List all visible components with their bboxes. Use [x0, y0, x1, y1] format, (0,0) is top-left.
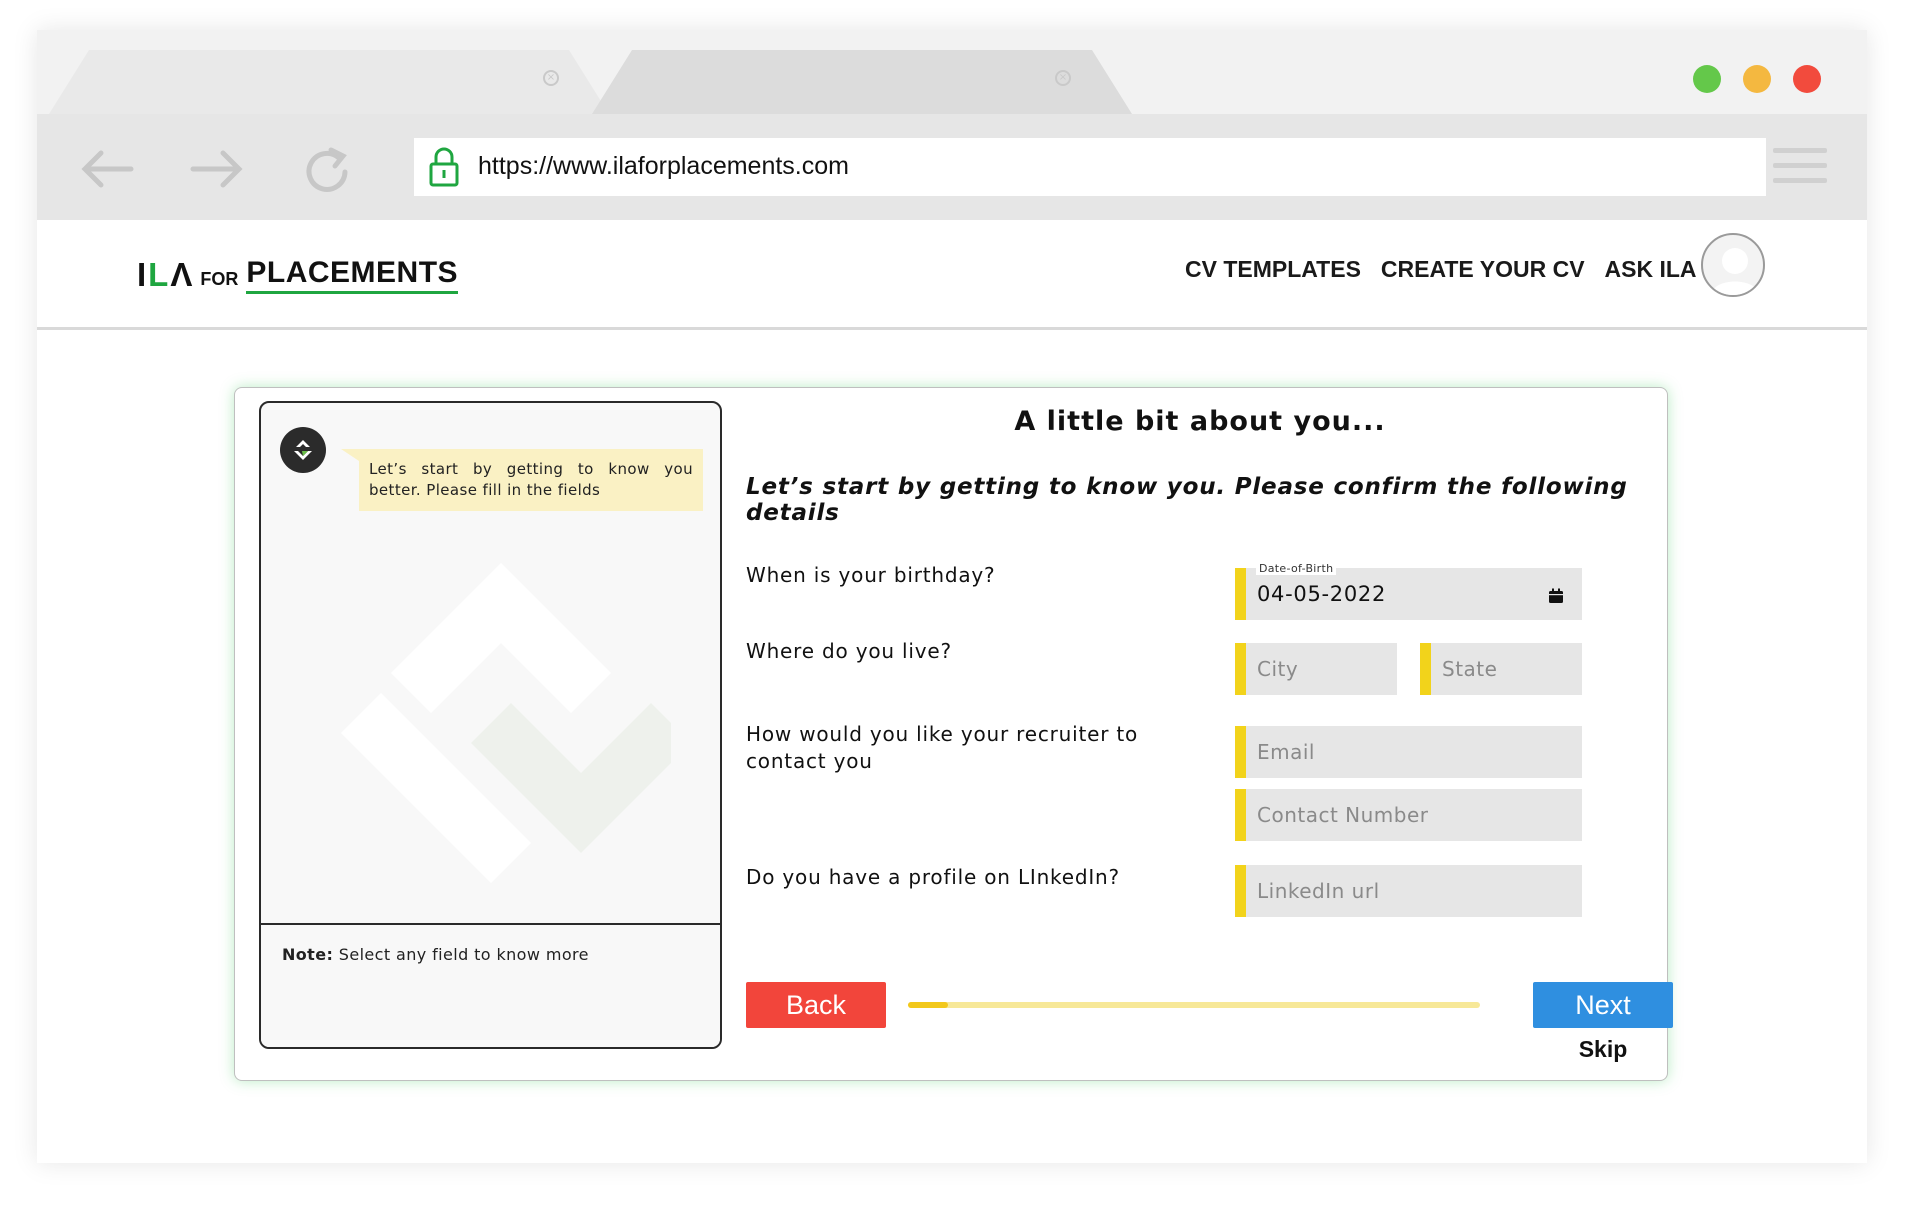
linkedin-url-placeholder: LinkedIn url [1257, 879, 1380, 903]
assistant-note: Note: Select any field to know more [282, 945, 589, 964]
contact-number-placeholder: Contact Number [1257, 803, 1429, 827]
browser-toolbar: https://www.ilaforplacements.com [37, 114, 1867, 220]
assistant-note-area: Note: Select any field to know more [261, 923, 720, 1047]
browser-window: × × https://www.ilaforplacements.com ILΛ… [37, 30, 1867, 1163]
nav-create-your-cv[interactable]: CREATE YOUR CV [1381, 256, 1585, 283]
lock-icon [429, 147, 459, 187]
form-title: A little bit about you... [1014, 406, 1386, 437]
close-tab-icon[interactable]: × [1055, 70, 1071, 86]
logo-placements-text: PLACEMENTS [246, 256, 459, 294]
state-placeholder: State [1442, 657, 1498, 681]
url-text: https://www.ilaforplacements.com [478, 152, 849, 180]
date-of-birth-value: 04-05-2022 [1257, 582, 1387, 606]
logo-ila-text: ILΛ [137, 256, 194, 294]
assistant-panel: Let’s start by getting to know you bette… [259, 401, 722, 1049]
user-avatar[interactable] [1701, 233, 1765, 297]
main-nav: CV TEMPLATES CREATE YOUR CV ASK ILA [1185, 256, 1697, 283]
note-text: Select any field to know more [333, 945, 589, 964]
calendar-icon[interactable] [1548, 588, 1564, 604]
reload-icon[interactable] [297, 144, 357, 194]
city-placeholder: City [1257, 657, 1299, 681]
browser-tab-2[interactable]: × [592, 50, 1132, 114]
question-location: Where do you live? [746, 639, 952, 663]
question-contact: How would you like your recruiter to con… [746, 722, 1139, 773]
skip-link[interactable]: Skip [1533, 1036, 1673, 1063]
city-input[interactable]: City [1235, 643, 1397, 695]
email-input[interactable]: Email [1235, 726, 1582, 778]
close-window-button[interactable] [1793, 65, 1821, 93]
date-of-birth-field[interactable]: Date-of-Birth 04-05-2022 [1235, 562, 1582, 620]
form-subtitle: Let’s start by getting to know you. Plea… [746, 474, 1628, 526]
logo-ila-prefix: IL [137, 256, 171, 293]
ila-watermark-icon [341, 563, 671, 883]
progress-bar [908, 1002, 1480, 1008]
assistant-message: Let’s start by getting to know you bette… [341, 449, 703, 511]
hamburger-menu-icon[interactable] [1773, 148, 1827, 188]
linkedin-url-input[interactable]: LinkedIn url [1235, 865, 1582, 917]
site-header: ILΛ FOR PLACEMENTS CV TEMPLATES CREATE Y… [37, 220, 1867, 330]
user-icon [1711, 248, 1759, 295]
question-birthday: When is your birthday? [746, 563, 996, 587]
maximize-window-button[interactable] [1693, 65, 1721, 93]
minimize-window-button[interactable] [1743, 65, 1771, 93]
back-button[interactable]: Back [746, 982, 886, 1028]
forward-arrow-icon[interactable] [187, 144, 247, 194]
logo-ila-suffix: Λ [170, 256, 195, 293]
back-arrow-icon[interactable] [77, 144, 137, 194]
date-of-birth-label: Date-of-Birth [1256, 562, 1337, 575]
tab-bar: × × [37, 30, 1867, 114]
nav-cv-templates[interactable]: CV TEMPLATES [1185, 256, 1361, 283]
progress-bar-fill [908, 1002, 949, 1008]
ila-bot-avatar [280, 427, 326, 473]
browser-tab-1[interactable]: × [49, 50, 609, 114]
email-placeholder: Email [1257, 740, 1315, 764]
question-linkedin: Do you have a profile on LInkedIn? [746, 865, 1120, 889]
ila-bot-icon [294, 440, 312, 460]
close-tab-icon[interactable]: × [543, 70, 559, 86]
next-button[interactable]: Next [1533, 982, 1673, 1028]
contact-number-input[interactable]: Contact Number [1235, 789, 1582, 841]
state-input[interactable]: State [1420, 643, 1582, 695]
logo-for-text: FOR [200, 269, 239, 289]
nav-ask-ila[interactable]: ASK ILA [1605, 256, 1697, 283]
ila-logo[interactable]: ILΛ FOR PLACEMENTS [137, 250, 459, 294]
onboarding-card: Let’s start by getting to know you bette… [234, 387, 1673, 1081]
address-bar[interactable]: https://www.ilaforplacements.com [414, 138, 1766, 196]
note-label: Note: [282, 945, 334, 964]
